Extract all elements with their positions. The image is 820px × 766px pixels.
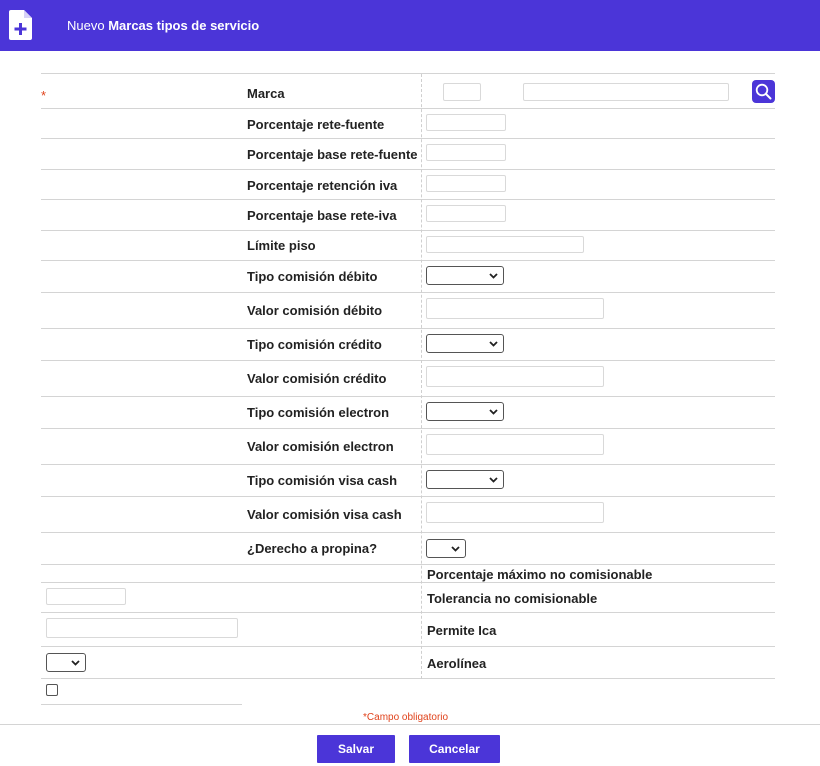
porcentaje-retencion-iva-label: Porcentaje retención iva: [247, 178, 398, 193]
aerolinea-checkbox[interactable]: [46, 684, 58, 696]
column-divider: [421, 74, 422, 679]
footer-divider: [0, 724, 820, 725]
porcentaje-base-rete-fuente-label: Porcentaje base rete-fuente: [247, 147, 418, 162]
aerolinea-label: Aerolínea: [427, 656, 487, 671]
valor-comision-debito-input[interactable]: [426, 298, 604, 319]
marca-search-button[interactable]: [752, 80, 775, 103]
row-divider: [41, 396, 775, 397]
valor-comision-electron-input[interactable]: [426, 434, 604, 455]
row-divider: [41, 532, 775, 533]
search-icon: [755, 83, 772, 100]
cancel-button[interactable]: Cancelar: [409, 735, 500, 763]
row-divider: [41, 199, 775, 200]
valor-comision-visa-cash-input[interactable]: [426, 502, 604, 523]
tolerancia-no-comisionable-input[interactable]: [46, 618, 238, 638]
row-divider: [41, 260, 775, 261]
porcentaje-rete-fuente-input[interactable]: [426, 114, 506, 131]
row-divider: [41, 582, 775, 583]
chevron-down-icon: [489, 273, 498, 279]
row-divider: [41, 230, 775, 231]
tipo-comision-electron-label: Tipo comisión electron: [247, 405, 390, 420]
derecho-a-propina-select[interactable]: [426, 539, 466, 558]
tipo-comision-debito-label: Tipo comisión débito: [247, 269, 378, 284]
chevron-down-icon: [489, 409, 498, 415]
valor-comision-electron-label: Valor comisión electron: [247, 439, 394, 454]
tipo-comision-visa-cash-select[interactable]: [426, 470, 504, 489]
row-divider: [41, 678, 775, 679]
porcentaje-base-rete-iva-input[interactable]: [426, 205, 506, 222]
limite-piso-input[interactable]: [426, 236, 584, 253]
row-divider: [41, 138, 775, 139]
chevron-down-icon: [451, 546, 460, 552]
tipo-comision-electron-select[interactable]: [426, 402, 504, 421]
valor-comision-debito-label: Valor comisión débito: [247, 303, 383, 318]
row-divider: [41, 292, 775, 293]
row-divider: [41, 464, 775, 465]
chevron-down-icon: [489, 341, 498, 347]
valor-comision-visa-cash-label: Valor comisión visa cash: [247, 507, 402, 522]
marca-code-input[interactable]: [443, 83, 481, 101]
required-note-text: Campo obligatorio: [366, 712, 449, 723]
row-divider: [41, 646, 775, 647]
row-divider: [41, 704, 242, 705]
porcentaje-base-rete-iva-label: Porcentaje base rete-iva: [247, 208, 397, 223]
marca-label: Marca: [247, 86, 285, 101]
derecho-a-propina-label: ¿Derecho a propina?: [247, 541, 378, 556]
row-divider: [41, 360, 775, 361]
required-field-note: *Campo obligatorio: [363, 712, 448, 723]
row-divider: [41, 428, 775, 429]
row-divider: [41, 73, 775, 74]
tipo-comision-visa-cash-label: Tipo comisión visa cash: [247, 473, 398, 488]
save-button[interactable]: Salvar: [317, 735, 395, 763]
document-add-icon: [9, 10, 32, 40]
page-title: Nuevo Marcas tipos de servicio: [67, 18, 259, 33]
page-title-prefix: Nuevo: [67, 18, 105, 33]
tolerancia-no-comisionable-label: Tolerancia no comisionable: [427, 591, 598, 606]
tipo-comision-debito-select[interactable]: [426, 266, 504, 285]
required-marker: *: [41, 88, 47, 103]
chevron-down-icon: [71, 660, 80, 666]
porcentaje-maximo-no-comisionable-input[interactable]: [46, 588, 126, 605]
porcentaje-rete-fuente-label: Porcentaje rete-fuente: [247, 117, 385, 132]
porcentaje-base-rete-fuente-input[interactable]: [426, 144, 506, 161]
porcentaje-retencion-iva-input[interactable]: [426, 175, 506, 192]
tipo-comision-credito-select[interactable]: [426, 334, 504, 353]
permite-ica-label: Permite Ica: [427, 623, 497, 638]
limite-piso-label: Límite piso: [247, 238, 316, 253]
row-divider: [41, 169, 775, 170]
row-divider: [41, 612, 775, 613]
row-divider: [41, 496, 775, 497]
valor-comision-credito-label: Valor comisión crédito: [247, 371, 387, 386]
tipo-comision-credito-label: Tipo comisión crédito: [247, 337, 382, 352]
porcentaje-maximo-no-comisionable-label: Porcentaje máximo no comisionable: [427, 567, 653, 582]
valor-comision-credito-input[interactable]: [426, 366, 604, 387]
chevron-down-icon: [489, 477, 498, 483]
marca-name-input[interactable]: [523, 83, 729, 101]
page-header: Nuevo Marcas tipos de servicio: [0, 0, 820, 51]
permite-ica-select[interactable]: [46, 653, 86, 672]
row-divider: [41, 108, 775, 109]
page-title-main: Marcas tipos de servicio: [108, 18, 260, 33]
row-divider: [41, 564, 775, 565]
row-divider: [41, 328, 775, 329]
